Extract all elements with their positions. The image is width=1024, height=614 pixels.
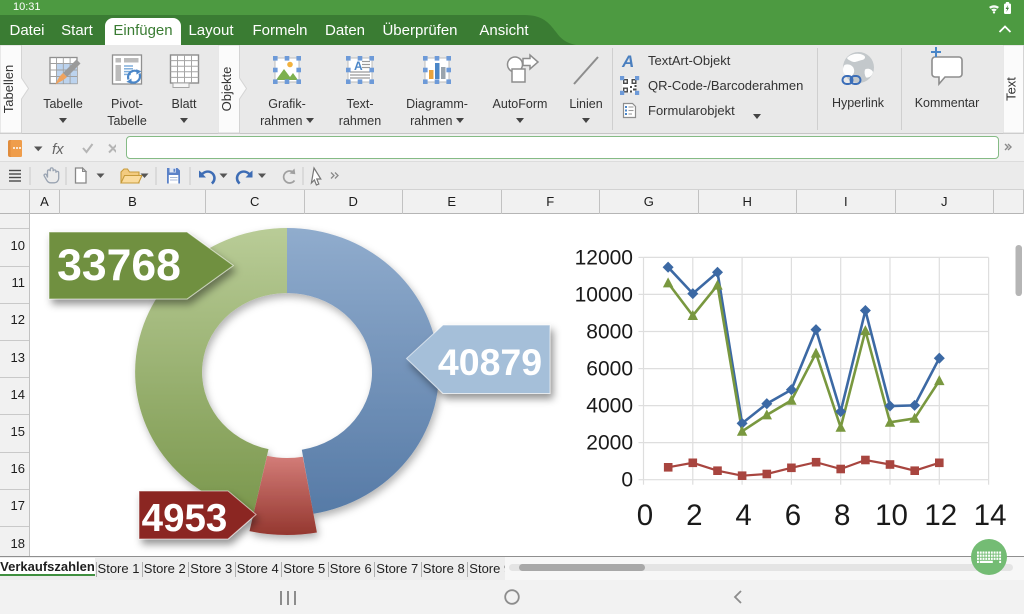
svg-text:12: 12 (924, 499, 957, 532)
svg-text:33768: 33768 (57, 241, 181, 290)
svg-text:fx: fx (52, 141, 64, 158)
svg-text:2000: 2000 (586, 432, 633, 455)
svg-text:0: 0 (621, 469, 633, 492)
svg-text:8000: 8000 (586, 321, 633, 344)
svg-text:40879: 40879 (438, 341, 542, 383)
svg-text:10000: 10000 (575, 283, 633, 306)
svg-text:6: 6 (785, 499, 801, 532)
svg-text:8: 8 (834, 499, 850, 532)
svg-text:0: 0 (637, 499, 653, 532)
svg-text:A: A (621, 52, 634, 71)
svg-text:12000: 12000 (575, 246, 633, 269)
svg-text:6000: 6000 (586, 358, 633, 381)
svg-text:4953: 4953 (142, 497, 228, 540)
svg-text:4: 4 (735, 499, 751, 532)
svg-text:14: 14 (974, 499, 1007, 532)
svg-text:4000: 4000 (586, 395, 633, 418)
svg-text:10: 10 (875, 499, 908, 532)
svg-text:A: A (354, 59, 363, 73)
svg-text:2: 2 (686, 499, 702, 532)
